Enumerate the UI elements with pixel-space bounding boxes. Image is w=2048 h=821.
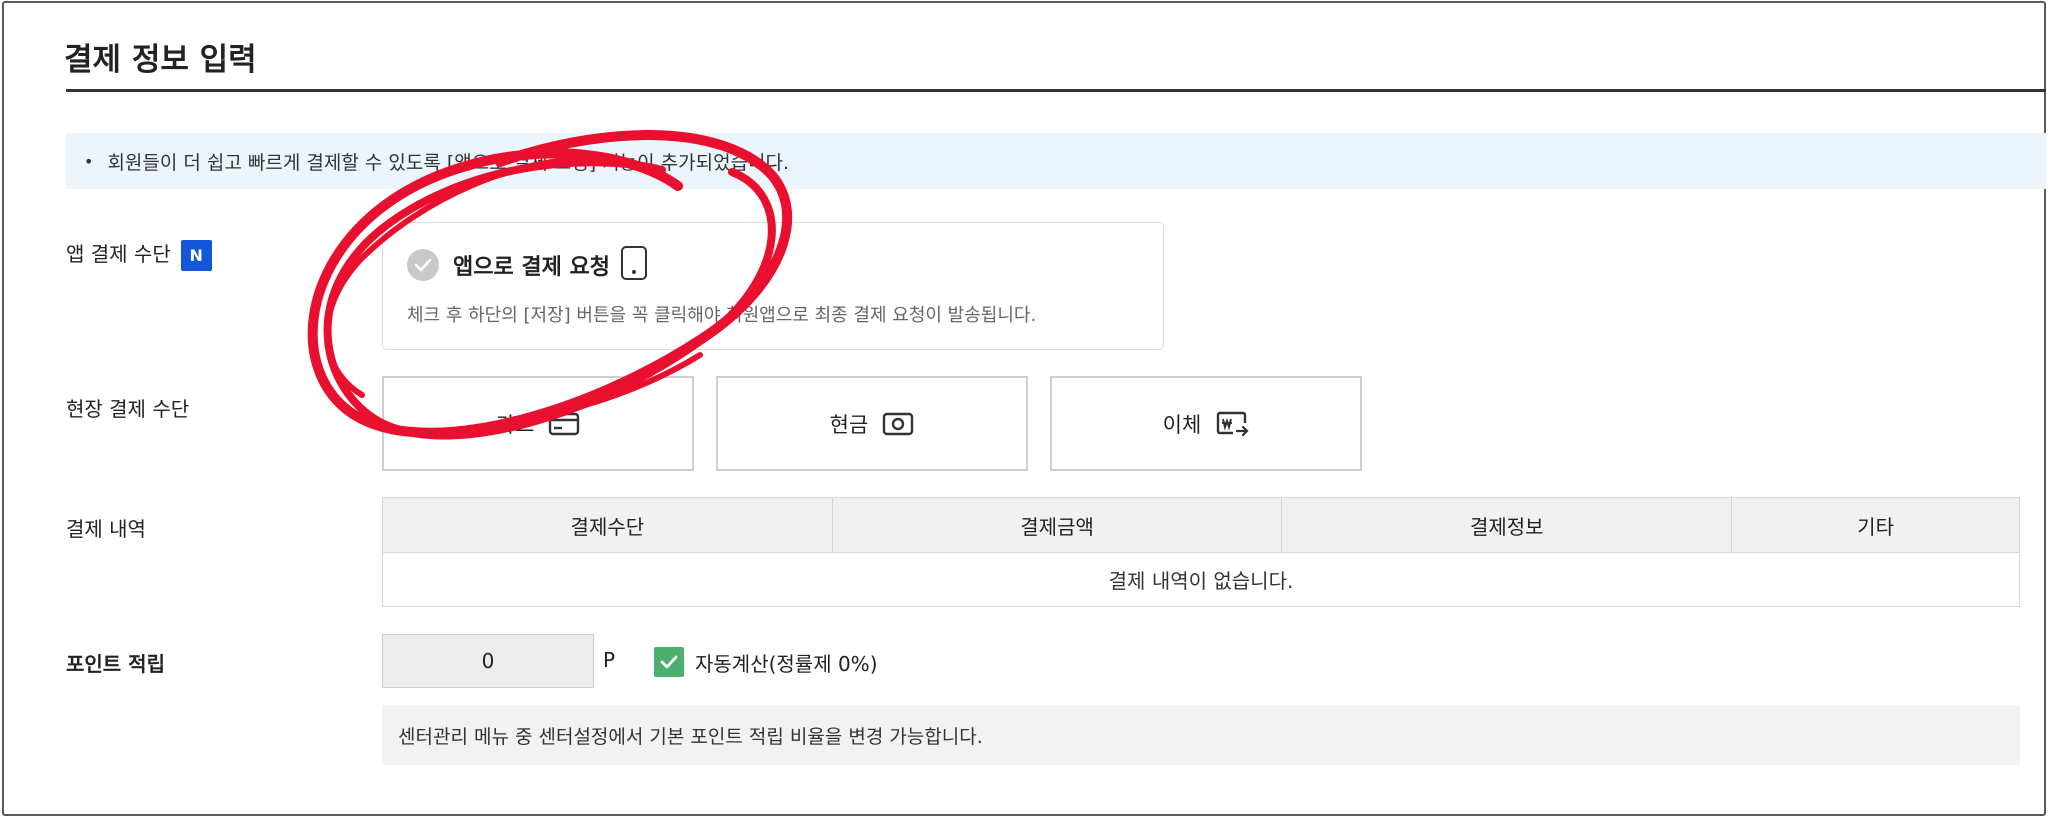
page-title: 결제 정보 입력: [64, 42, 257, 78]
table-row: 결제 내역이 없습니다.: [382, 552, 2020, 607]
history-label: 결제 내역: [66, 517, 146, 541]
cash-button-label: 현금: [829, 412, 869, 437]
column-header: 결제정보: [1281, 497, 1733, 553]
points-input[interactable]: [382, 634, 594, 688]
cash-icon: [883, 412, 914, 435]
app-payment-request-option[interactable]: 앱으로 결제 요청 체크 후 하단의 [저장] 버튼을 꼭 클릭해야 회원앱으로…: [382, 222, 1164, 350]
app-request-title: 앱으로 결제 요청: [453, 255, 610, 280]
transfer-icon: [1217, 411, 1249, 436]
check-icon: [660, 655, 678, 669]
column-header: 기타: [1731, 497, 2020, 553]
transfer-payment-button[interactable]: 이체: [1050, 376, 1362, 471]
bullet-icon: •: [84, 151, 94, 171]
title-divider: [66, 89, 2046, 92]
auto-calc-label[interactable]: 자동계산(정률제 0%): [695, 648, 878, 677]
card-button-label: 카드: [495, 412, 535, 437]
notice-text: 회원들이 더 쉽고 빠르게 결제할 수 있도록 [앱으로 결제 요청] 기능이 …: [107, 151, 790, 174]
card-payment-button[interactable]: 카드: [382, 376, 694, 471]
cash-payment-button[interactable]: 현금: [716, 376, 1028, 471]
auto-calc-checkbox[interactable]: [654, 647, 684, 677]
points-note: 센터관리 메뉴 중 센터설정에서 기본 포인트 적립 비율을 변경 가능합니다.: [382, 705, 2020, 765]
points-label: 포인트 적립: [66, 652, 165, 676]
column-header: 결제수단: [382, 497, 833, 553]
phone-icon: [621, 246, 647, 280]
column-header: 결제금액: [831, 497, 1283, 553]
empty-history-message: 결제 내역이 없습니다.: [382, 552, 2020, 607]
app-payment-label: 앱 결제 수단 N: [66, 238, 212, 271]
app-request-checkbox[interactable]: [407, 249, 439, 281]
card-icon: [549, 412, 580, 435]
new-badge: N: [180, 240, 212, 271]
check-icon: [414, 258, 432, 272]
points-unit: P: [603, 648, 616, 672]
transfer-button-label: 이체: [1162, 412, 1202, 437]
app-request-description: 체크 후 하단의 [저장] 버튼을 꼭 클릭해야 회원앱으로 최종 결제 요청이…: [407, 305, 1037, 326]
onsite-payment-label: 현장 결제 수단: [66, 397, 190, 421]
app-payment-label-text: 앱 결제 수단: [66, 242, 171, 266]
table-header-row: 결제수단 결제금액 결제정보 기타: [382, 497, 2020, 553]
notice-banner: • 회원들이 더 쉽고 빠르게 결제할 수 있도록 [앱으로 결제 요청] 기능…: [66, 133, 2046, 189]
payment-history-table: 결제수단 결제금액 결제정보 기타 결제 내역이 없습니다.: [382, 497, 2020, 607]
